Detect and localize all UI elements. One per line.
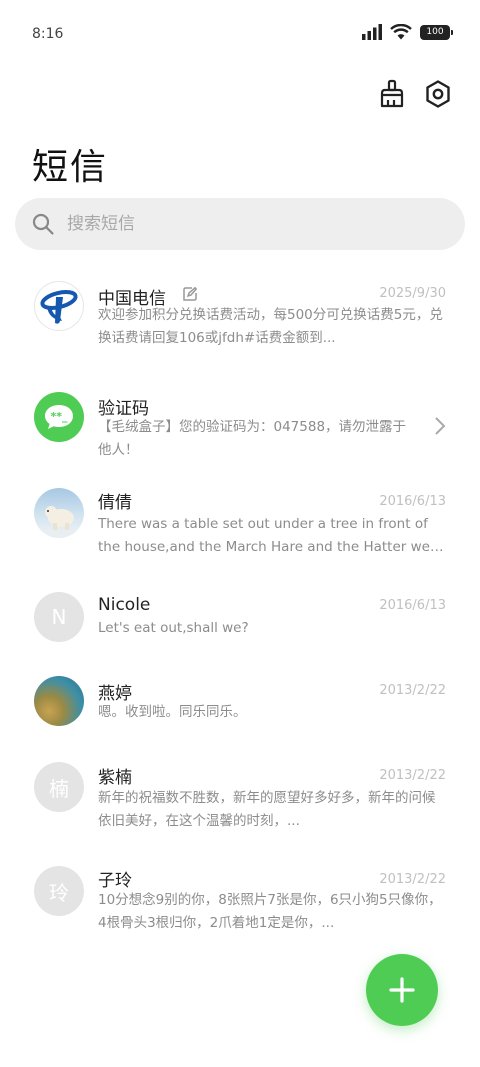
message-preview: 【毛绒盒子】您的验证码为：047588，请勿泄露于他人！ [98,419,407,458]
contact-name: 紫楠 [98,768,132,788]
search-input[interactable] [67,214,427,234]
contact-name: 倩倩 [98,493,132,513]
conversation-item[interactable]: 倩倩 2016/6/13 There was a table set out u… [0,484,480,580]
battery-level: 100 [426,27,444,37]
conversation-item[interactable]: 玲 子玲 2013/2/22 10分想念9别的你，8张照片7张是你，6只小狗5只… [0,866,480,962]
contact-name: Nicole [98,595,151,615]
message-date: 2013/2/22 [379,872,446,887]
china-telecom-logo-avatar [34,281,84,331]
message-preview: There was a table set out under a tree i… [98,516,444,555]
status-icons: 100 [362,24,453,40]
conversation-item[interactable]: 中国电信 2025/9/30 欢迎参加积分兑换话费活动，每500分可兑换话费5元… [0,268,480,364]
clean-brush-icon[interactable] [378,78,406,110]
plus-icon [389,977,415,1003]
status-bar: 8:16 100 [0,0,480,68]
landscape-photo-avatar [34,676,84,726]
message-preview: 新年的祝福数不胜数，新年的愿望好多好多，新年的问候依旧美好，在这个温馨的时刻，.… [98,790,436,829]
page-title: 短信 [32,147,109,188]
conversation-item[interactable]: N Nicole 2016/6/13 Let's eat out,shall w… [0,592,480,678]
message-date: 2013/2/22 [379,683,446,698]
message-date: 2025/9/30 [379,286,446,301]
avatar-letter: 玲 [34,866,84,916]
conversation-item[interactable]: **_ 验证码 【毛绒盒子】您的验证码为：047588，请勿泄露于他人！ [0,376,480,472]
avatar-letter: 楠 [34,762,84,812]
polar-bear-photo-avatar [34,488,84,538]
search-icon [32,213,54,235]
signal-icon [362,24,382,40]
conversation-item[interactable]: 楠 紫楠 2013/2/22 新年的祝福数不胜数，新年的愿望好多好多，新年的问候… [0,762,480,858]
top-actions [378,78,452,110]
new-message-button[interactable] [366,954,438,1026]
avatar-letter: N [34,592,84,642]
message-date: 2016/6/13 [379,598,446,613]
status-time: 8:16 [32,26,64,42]
message-bubble-avatar: **_ [34,392,84,442]
settings-icon[interactable] [424,78,452,110]
conversation-item[interactable]: 燕婷 2013/2/22 嗯。收到啦。同乐同乐。 [0,676,480,762]
message-preview: 欢迎参加积分兑换话费活动，每500分可兑换话费5元，兑换话费请回复106或jfd… [98,307,443,346]
message-preview: 10分想念9别的你，8张照片7张是你，6只小狗5只像你，4根骨头3根归你，2爪着… [98,892,442,931]
svg-text:**_: **_ [50,410,68,423]
message-date: 2016/6/13 [379,494,446,509]
wifi-icon [390,24,412,40]
chevron-right-icon[interactable] [434,416,446,436]
search-bar[interactable] [15,198,465,250]
message-preview: 嗯。收到啦。同乐同乐。 [98,704,247,720]
message-preview: Let's eat out,shall we? [98,620,249,636]
message-date: 2013/2/22 [379,768,446,783]
contact-name: 子玲 [98,871,132,891]
battery-icon: 100 [420,24,453,40]
edit-icon [183,287,197,301]
